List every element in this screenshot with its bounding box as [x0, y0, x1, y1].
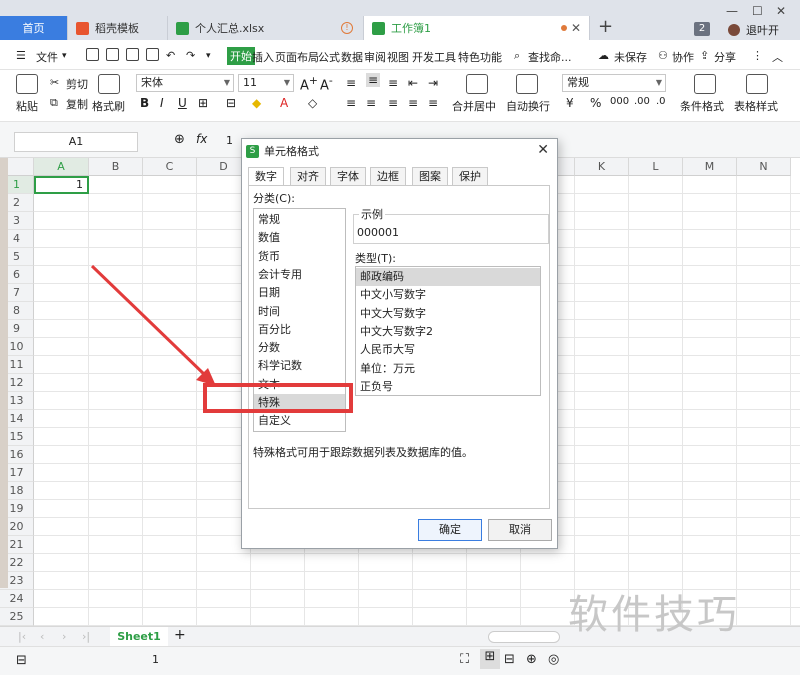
watermark-text: 软件技巧: [568, 592, 740, 638]
annotation-arrow: [90, 264, 216, 386]
highlight-box: [203, 383, 353, 413]
sample-label: 示例: [359, 206, 385, 222]
arrow-shaft: [90, 264, 208, 378]
